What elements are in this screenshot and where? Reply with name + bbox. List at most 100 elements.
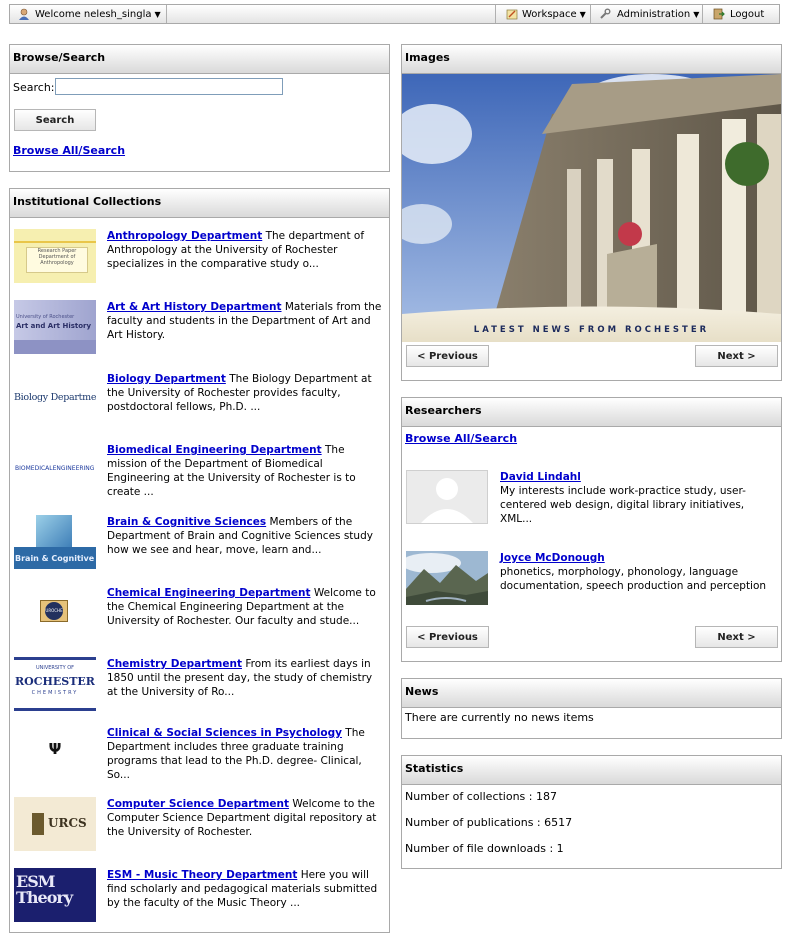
researcher-link[interactable]: Joyce McDonough (500, 552, 605, 564)
workspace-menu[interactable]: Workspace ▼ (506, 5, 586, 23)
collection-thumbnail[interactable]: University of Rochester Art and Art Hist… (14, 300, 96, 354)
avatar[interactable] (406, 551, 488, 605)
search-input[interactable] (55, 78, 283, 95)
news-empty-text: There are currently no news items (405, 711, 594, 724)
collection-thumbnail[interactable]: Biology Department (14, 372, 96, 426)
list-item: Joyce McDonough phonetics, morphology, ph… (406, 551, 778, 607)
list-item: University of Rochester Art and Art Hist… (14, 300, 384, 356)
collection-thumbnail[interactable]: BIOMEDICALENGINEERING (14, 443, 96, 497)
divider (495, 5, 496, 23)
thumbnail-caption: ROCHESTER (15, 675, 95, 688)
list-item: ESM Theory ESM - Music Theory Department… (14, 868, 384, 924)
collection-link[interactable]: ESM - Music Theory Department (107, 869, 297, 881)
thumbnail-caption: BIOMEDICALENGINEERING (15, 465, 95, 472)
panel-title: News (402, 679, 781, 708)
workspace-label: Workspace (522, 8, 577, 20)
statistics-panel: Statistics Number of collections : 187 N… (401, 755, 782, 869)
welcome-label: Welcome nelesh_singla (35, 8, 152, 20)
panel-title: Institutional Collections (10, 189, 389, 218)
collection-link[interactable]: Brain & Cognitive Sciences (107, 516, 266, 528)
divider (702, 5, 703, 23)
chevron-down-icon: ▼ (579, 9, 586, 19)
banner-caption: LATEST NEWS FROM ROCHESTER (473, 325, 710, 335)
stat-downloads: Number of file downloads : 1 (405, 842, 564, 855)
collection-link[interactable]: Anthropology Department (107, 230, 262, 242)
list-item: Brain & Cognitive Sciences Brain & Cogni… (14, 515, 384, 571)
researchers-next-button[interactable]: Next > (695, 626, 778, 648)
list-item: UNIVERSITY OF ROCHESTER CHEMISTRY Chemis… (14, 657, 384, 713)
psi-icon: Ψ (48, 740, 62, 758)
browse-all-link[interactable]: Browse All/Search (13, 144, 125, 157)
landscape-photo (406, 551, 488, 605)
researcher-link[interactable]: David Lindahl (500, 471, 581, 483)
thumbnail-caption: Biology Department (14, 392, 96, 403)
logout-icon (713, 8, 725, 20)
collection-thumbnail[interactable]: Research Paper Department of Anthropolog… (14, 229, 96, 283)
stat-publications: Number of publications : 6517 (405, 816, 573, 829)
collection-thumbnail[interactable]: Ψ (14, 726, 96, 780)
thumbnail-caption: Art and Art History (16, 322, 92, 330)
administration-menu[interactable]: Administration ▼ (599, 5, 699, 23)
wrench-icon (600, 8, 611, 19)
images-previous-button[interactable]: < Previous (406, 345, 489, 367)
collection-link[interactable]: Computer Science Department (107, 798, 289, 810)
researchers-browse-all-link[interactable]: Browse All/Search (405, 432, 517, 445)
avatar[interactable] (406, 470, 488, 524)
thumbnail-caption: Research Paper Department of Anthropolog… (26, 247, 88, 273)
person-placeholder-icon (421, 478, 473, 523)
list-item: David Lindahl My interests include work-p… (406, 470, 778, 526)
list-item: Research Paper Department of Anthropolog… (14, 229, 384, 285)
collection-link[interactable]: Chemistry Department (107, 658, 242, 670)
search-button[interactable]: Search (14, 109, 96, 131)
stat-collections: Number of collections : 187 (405, 790, 557, 803)
chevron-down-icon: ▼ (693, 9, 700, 19)
panel-title: Statistics (402, 756, 781, 785)
user-icon (19, 8, 29, 20)
search-label: Search: (13, 81, 55, 94)
collection-thumbnail[interactable]: ESM Theory (14, 868, 96, 922)
thumbnail-caption: CHEMISTRY (31, 690, 79, 696)
collection-thumbnail[interactable]: UNIVERSITY OF ROCHESTER CHEMISTRY (14, 657, 96, 711)
institutional-collections-panel: Institutional Collections Research Paper… (9, 188, 390, 933)
collection-link[interactable]: Biology Department (107, 373, 226, 385)
panel-title: Browse/Search (10, 45, 389, 74)
divider (166, 5, 167, 23)
panel-title: Images (402, 45, 781, 74)
collection-thumbnail[interactable]: URCS (14, 797, 96, 851)
thumbnail-caption: UROCHE (45, 602, 63, 620)
list-item: Biology Department Biology Department Th… (14, 372, 384, 428)
building-photo (402, 74, 781, 342)
chevron-down-icon: ▼ (154, 9, 161, 19)
collection-thumbnail[interactable]: Brain & Cognitive Sciences (14, 515, 96, 569)
list-item: BIOMEDICALENGINEERING Biomedical Enginee… (14, 443, 384, 499)
list-item: Ψ Clinical & Social Sciences in Psycholo… (14, 726, 384, 782)
images-next-button[interactable]: Next > (695, 345, 778, 367)
news-photo[interactable]: LATEST NEWS FROM ROCHESTER (402, 74, 781, 342)
researcher-description: My interests include work-practice study… (500, 485, 746, 525)
browse-search-panel: Browse/Search Search: Search Browse All/… (9, 44, 390, 172)
collection-link[interactable]: Chemical Engineering Department (107, 587, 311, 599)
logout-button[interactable]: Logout (713, 5, 764, 23)
researcher-description: phonetics, morphology, phonology, langua… (500, 566, 767, 592)
welcome-menu[interactable]: Welcome nelesh_singla ▼ (18, 5, 161, 23)
thumbnail-caption: UNIVERSITY OF (35, 665, 75, 671)
workspace-icon (506, 9, 518, 20)
top-toolbar: Welcome nelesh_singla ▼ Workspace ▼ Admi… (9, 4, 780, 24)
collection-link[interactable]: Biomedical Engineering Department (107, 444, 322, 456)
collection-link[interactable]: Art & Art History Department (107, 301, 282, 313)
researchers-previous-button[interactable]: < Previous (406, 626, 489, 648)
thumbnail-caption: URCS (48, 816, 87, 830)
thumbnail-caption: University of Rochester (16, 314, 75, 320)
images-panel: Images LATEST NEWS FROM ROCHESTER < Prev… (401, 44, 782, 381)
list-item: UROCHE Chemical Engineering Department W… (14, 586, 384, 642)
logout-label: Logout (730, 8, 765, 20)
researchers-panel: Researchers Browse All/Search David Lind… (401, 397, 782, 662)
collection-thumbnail[interactable]: UROCHE (14, 586, 96, 640)
panel-title: Researchers (402, 398, 781, 427)
thumbnail-caption: ESM Theory (16, 872, 73, 907)
list-item: URCS Computer Science Department Welcome… (14, 797, 384, 853)
administration-label: Administration (617, 8, 691, 20)
news-panel: News There are currently no news items (401, 678, 782, 739)
thumbnail-caption: Brain & Cognitive Sciences (15, 554, 96, 563)
collection-link[interactable]: Clinical & Social Sciences in Psychology (107, 727, 342, 739)
